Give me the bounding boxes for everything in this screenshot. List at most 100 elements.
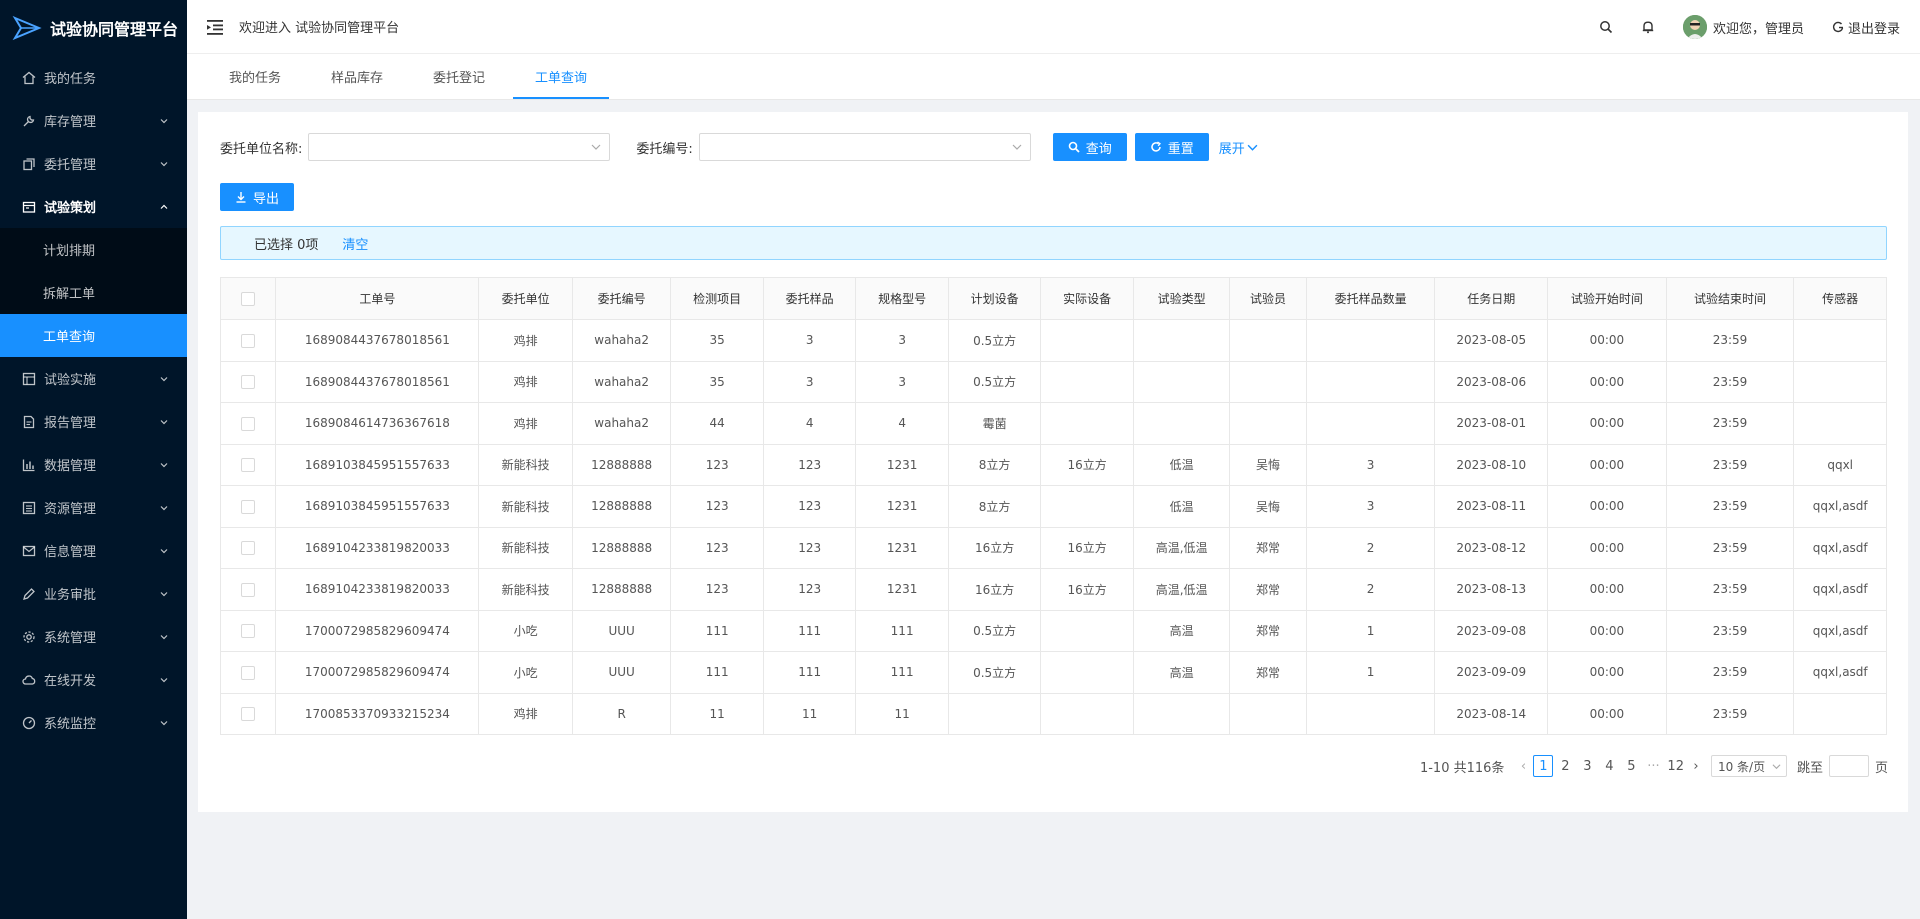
sidebar-subitem-2[interactable]: 工单查询 — [0, 314, 187, 357]
table-cell: 35 — [670, 360, 764, 403]
table-cell: 123 — [670, 568, 764, 611]
next-page-icon[interactable]: › — [1687, 755, 1705, 777]
table-cell — [1040, 692, 1134, 735]
row-select-cell — [219, 651, 277, 694]
gear-icon — [23, 630, 35, 643]
sidebar-item-5[interactable]: 报告管理 — [0, 400, 187, 443]
bell-icon[interactable] — [1641, 20, 1655, 34]
table-row[interactable]: 1689103845951557633 新能科技 12888888 123 123 123… — [219, 443, 1887, 486]
table-cell: 23:59 — [1665, 485, 1795, 528]
row-checkbox[interactable] — [241, 624, 256, 638]
table-cell: 23:59 — [1665, 526, 1795, 569]
row-checkbox[interactable] — [241, 333, 256, 348]
row-checkbox[interactable] — [241, 499, 256, 514]
table-row[interactable]: 1689104233819820033 新能科技 12888888 123 123 123… — [219, 526, 1887, 569]
sidebar-item-label: 试验实施 — [44, 373, 97, 388]
export-button[interactable]: 导出 — [220, 183, 294, 211]
table-cell: 23:59 — [1665, 402, 1795, 445]
page-size-select[interactable]: 10 条/页 — [1710, 755, 1787, 777]
table-cell: 23:59 — [1665, 651, 1795, 694]
select-all-checkbox[interactable] — [241, 291, 256, 306]
table-cell: 2023-08-13 — [1434, 568, 1549, 611]
reset-label: 重置 — [1167, 141, 1194, 157]
logout-button[interactable]: 退出登录 — [1832, 18, 1900, 37]
table-cell: 2023-08-12 — [1434, 526, 1549, 569]
dashboard-icon — [22, 716, 36, 729]
table-row[interactable]: 1689084437678018561 鸡排 wahaha2 35 3 3 0.5立方 202… — [219, 319, 1887, 362]
page-1[interactable]: 1 — [1533, 755, 1554, 777]
page-last[interactable]: 12 — [1665, 755, 1686, 777]
logo[interactable]: 试验协同管理平台 — [0, 0, 187, 56]
chevron-down-icon — [160, 505, 168, 510]
sidebar-item-9[interactable]: 业务审批 — [0, 572, 187, 615]
tab-0[interactable]: 我的任务 — [207, 53, 303, 99]
download-icon — [236, 192, 246, 203]
table-row[interactable]: 1700072985829609474 小吃 UUU 111 111 111 0.5立方 高温… — [219, 609, 1887, 652]
header: 欢迎进入 试验协同管理平台 欢迎您，管理员 退出登录 — [187, 0, 1920, 54]
sidebar-item-8[interactable]: 信息管理 — [0, 529, 187, 572]
prev-page-icon[interactable]: ‹ — [1514, 755, 1532, 777]
sidebar-item-1[interactable]: 库存管理 — [0, 99, 187, 142]
table-row[interactable]: 1700072985829609474 小吃 UUU 111 111 111 0.5立方 高温… — [219, 651, 1887, 694]
user-menu[interactable]: 欢迎您，管理员 — [1682, 15, 1804, 39]
order-code-select[interactable] — [698, 133, 1031, 161]
row-checkbox[interactable] — [241, 416, 256, 431]
table-row[interactable]: 1700853370933215234 鸡排 R 11 11 11 2023-08-14 00… — [219, 692, 1887, 735]
sidebar-item-12[interactable]: 系统监控 — [0, 701, 187, 744]
query-button[interactable]: 查询 — [1052, 133, 1127, 161]
page-5[interactable]: 5 — [1621, 755, 1641, 777]
row-checkbox[interactable] — [241, 707, 256, 721]
sidebar-subitem-1[interactable]: 拆解工单 — [0, 271, 187, 314]
page-4[interactable]: 4 — [1599, 755, 1619, 777]
table-cell: 2 — [1305, 526, 1436, 569]
tab-2[interactable]: 委托登记 — [411, 53, 507, 99]
menu-fold-icon[interactable] — [205, 17, 225, 37]
table-cell: qqxl — [1793, 443, 1887, 486]
reset-button[interactable]: 重置 — [1134, 133, 1209, 161]
row-checkbox[interactable] — [241, 458, 256, 472]
clear-selection-link[interactable]: 清空 — [342, 234, 368, 253]
table-row[interactable]: 1689103845951557633 新能科技 12888888 123 123 123… — [219, 485, 1887, 528]
row-checkbox[interactable] — [241, 375, 256, 389]
table-cell: 低温 — [1132, 485, 1231, 528]
tab-3[interactable]: 工单查询 — [513, 53, 610, 99]
row-checkbox[interactable] — [241, 665, 256, 680]
table-row[interactable]: 1689104233819820033 新能科技 12888888 123 123 123… — [219, 568, 1887, 611]
table-cell: 2 — [1305, 568, 1436, 611]
page-3[interactable]: 3 — [1577, 755, 1597, 777]
unit-name-select[interactable] — [308, 133, 611, 161]
sidebar-item-11[interactable]: 在线开发 — [0, 658, 187, 701]
sidebar-item-10[interactable]: 系统管理 — [0, 615, 187, 658]
header-actions: 欢迎您，管理员 退出登录 — [1571, 0, 1900, 54]
sidebar: 试验协同管理平台 我的任务 库存管理 委托管理 试验策划 计划排期 拆解工单 工单查询… — [0, 0, 187, 919]
page-size-value: 10 条/页 — [1717, 759, 1766, 774]
sidebar-subitem-0[interactable]: 计划排期 — [0, 228, 187, 271]
sidebar-item-2[interactable]: 委托管理 — [0, 142, 187, 185]
page-numbers: 12345 — [1532, 755, 1642, 777]
row-checkbox[interactable] — [241, 582, 256, 597]
sidebar-item-0[interactable]: 我的任务 — [0, 56, 187, 99]
tab-1[interactable]: 样品库存 — [309, 53, 405, 99]
table-cell: 1689103845951557633 — [275, 443, 480, 486]
row-checkbox[interactable] — [241, 541, 256, 555]
jump-page-input[interactable] — [1828, 755, 1869, 777]
table-row[interactable]: 1689084614736367618 鸡排 wahaha2 44 4 4 霉菌 2023-0… — [219, 402, 1887, 445]
sidebar-item-4[interactable]: 试验实施 — [0, 357, 187, 400]
expand-toggle[interactable]: 展开 — [1219, 138, 1258, 157]
pagination-ellipsis[interactable]: ··· — [1643, 755, 1663, 777]
list-icon — [22, 501, 36, 514]
table-cell: 1689104233819820033 — [275, 526, 480, 569]
table-cell — [1793, 360, 1887, 403]
work-order-query-panel: 委托单位名称: 委托编号: 查询 重置 展开 导出 已选择 0项 清空 工单号 … — [198, 112, 1908, 812]
table-row[interactable]: 1689084437678018561 鸡排 wahaha2 35 3 3 0.5立方 202… — [219, 360, 1887, 403]
page-2[interactable]: 2 — [1555, 755, 1575, 777]
sidebar-item-3[interactable]: 试验策划 — [0, 185, 187, 228]
sidebar-item-6[interactable]: 数据管理 — [0, 443, 187, 486]
sidebar-item-7[interactable]: 资源管理 — [0, 486, 187, 529]
table-cell: 1 — [1305, 609, 1436, 652]
table-cell: 23:59 — [1665, 609, 1795, 652]
table-cell: 12888888 — [571, 485, 672, 528]
search-icon[interactable] — [1599, 20, 1613, 34]
table-cell: 0.5立方 — [947, 319, 1042, 362]
table-cell: 111 — [762, 609, 857, 652]
